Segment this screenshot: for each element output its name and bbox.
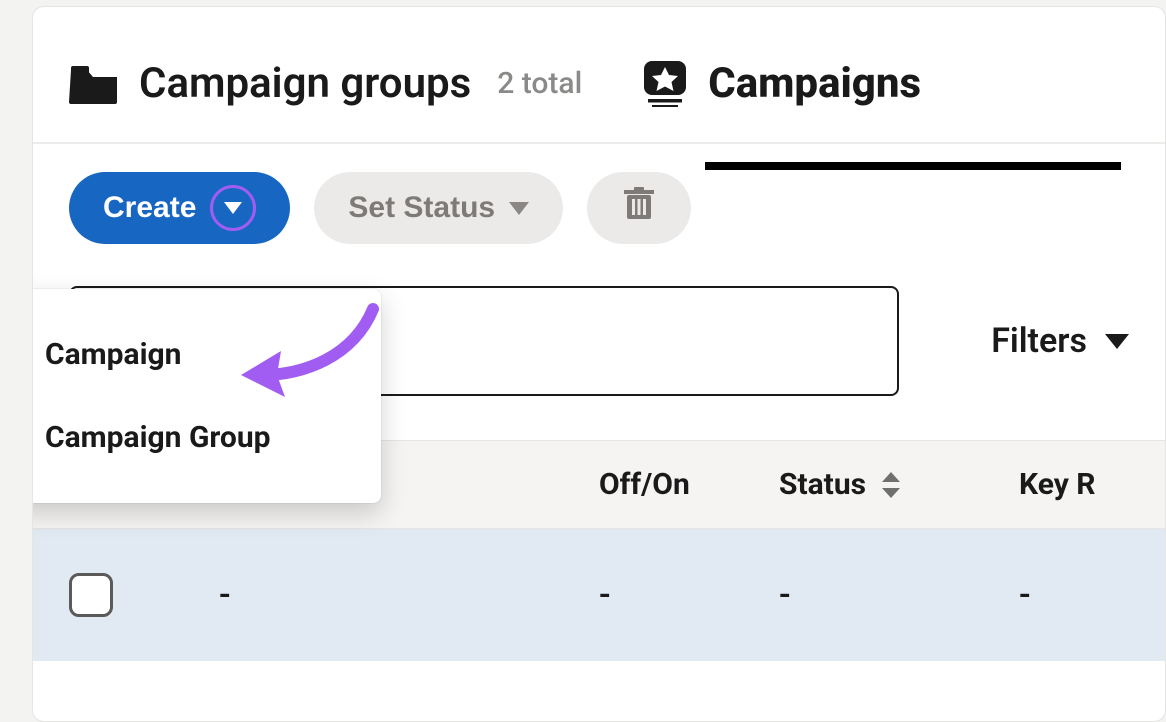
sort-icon — [880, 472, 902, 498]
chevron-down-icon — [1105, 334, 1129, 349]
tab-campaign-groups[interactable]: Campaign groups 2 total — [69, 59, 582, 108]
col-status[interactable]: Status — [779, 467, 1019, 502]
create-dropdown: Campaign Campaign Group — [32, 289, 381, 503]
card: Campaign groups 2 total Campaigns Create — [32, 6, 1166, 722]
col-off-on[interactable]: Off/On — [599, 467, 779, 502]
tab-campaigns[interactable]: Campaigns — [642, 59, 921, 108]
toolbar: Create Set Status — [33, 144, 1165, 244]
delete-button[interactable] — [587, 172, 691, 244]
row-checkbox-cell — [69, 573, 189, 617]
col-off-on-label: Off/On — [599, 467, 690, 502]
row-key-cell: - — [1019, 575, 1129, 615]
dropdown-item-label: Campaign Group — [45, 420, 271, 455]
filters-label: Filters — [991, 321, 1087, 361]
row-checkbox[interactable] — [69, 573, 113, 617]
col-status-label: Status — [779, 467, 866, 502]
tab-campaigns-label: Campaigns — [708, 59, 921, 108]
table-row[interactable]: - - - - — [33, 529, 1165, 661]
tab-groups-count: 2 total — [497, 66, 582, 101]
row-status-cell: - — [779, 575, 1019, 615]
dropdown-item-campaign[interactable]: Campaign — [32, 313, 381, 396]
create-caret-highlight — [210, 185, 256, 231]
col-key-results-label: Key R — [1019, 467, 1095, 502]
dropdown-item-label: Campaign — [45, 337, 182, 372]
row-name-cell: - — [189, 575, 599, 615]
chevron-down-icon — [224, 202, 242, 214]
folder-icon — [69, 64, 119, 104]
set-status-label: Set Status — [348, 191, 495, 225]
row-offon-cell: - — [599, 575, 779, 615]
dropdown-item-campaign-group[interactable]: Campaign Group — [32, 396, 381, 479]
chevron-down-icon — [509, 202, 529, 215]
tabs-bar: Campaign groups 2 total Campaigns — [33, 7, 1165, 144]
active-tab-underline — [705, 162, 1121, 170]
trash-icon — [624, 187, 654, 229]
set-status-button[interactable]: Set Status — [314, 172, 563, 244]
create-button-label: Create — [103, 191, 196, 225]
star-badge-icon — [642, 61, 688, 107]
tab-groups-label: Campaign groups — [139, 59, 471, 108]
filters-button[interactable]: Filters — [991, 321, 1129, 361]
col-key-results[interactable]: Key R — [1019, 467, 1129, 502]
create-button[interactable]: Create — [69, 172, 290, 244]
